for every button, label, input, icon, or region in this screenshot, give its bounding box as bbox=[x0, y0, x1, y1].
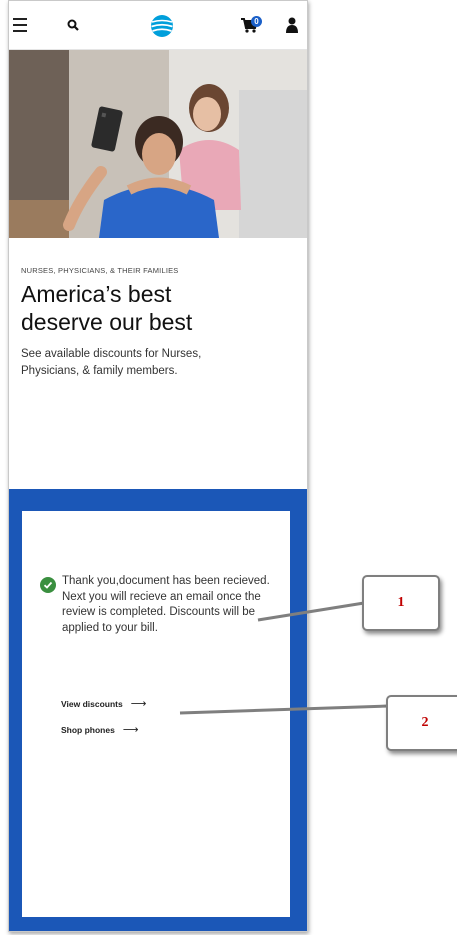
promo-eyebrow: NURSES, PHYSICIANS, & THEIR FAMILIES bbox=[21, 266, 179, 275]
confirmation-message: Thank you,document has been recieved. Ne… bbox=[62, 575, 270, 634]
user-account-icon[interactable] bbox=[285, 15, 299, 35]
annotation-callout-1: 1 bbox=[362, 575, 440, 631]
annotation-callout-2: 2 bbox=[386, 695, 457, 751]
view-discounts-label: View discounts bbox=[61, 698, 123, 709]
view-discounts-link[interactable]: View discounts ⟶ bbox=[61, 697, 147, 710]
confirmation-card: Thank you,document has been recieved. Ne… bbox=[22, 511, 290, 917]
att-globe-logo-icon[interactable] bbox=[149, 13, 175, 39]
hero-image bbox=[9, 50, 307, 238]
check-circle-icon bbox=[40, 577, 56, 593]
confirmation-panel: Thank you,document has been recieved. Ne… bbox=[9, 489, 307, 931]
top-navigation-bar: 0 bbox=[9, 1, 307, 50]
cart-count-badge: 0 bbox=[251, 16, 262, 27]
hamburger-menu-icon[interactable] bbox=[13, 15, 27, 35]
promo-section: NURSES, PHYSICIANS, & THEIR FAMILIES Ame… bbox=[9, 238, 307, 488]
shop-phones-label: Shop phones bbox=[61, 724, 115, 735]
arrow-right-icon: ⟶ bbox=[130, 698, 147, 710]
cart-icon[interactable]: 0 bbox=[237, 15, 265, 35]
search-icon[interactable] bbox=[65, 15, 81, 35]
promo-headline: America’s best deserve our best bbox=[21, 280, 301, 336]
arrow-right-icon: ⟶ bbox=[122, 724, 139, 736]
headline-line-2: deserve our best bbox=[21, 309, 193, 335]
hero-photo-illustration bbox=[9, 50, 307, 238]
headline-line-1: America’s best bbox=[21, 281, 172, 307]
phone-frame: 0 NURSES, PHYSICIANS, & THEIR FAMILIES A… bbox=[8, 0, 308, 932]
shop-phones-link[interactable]: Shop phones ⟶ bbox=[61, 723, 139, 736]
promo-description: See available discounts for Nurses, Phys… bbox=[21, 348, 202, 377]
